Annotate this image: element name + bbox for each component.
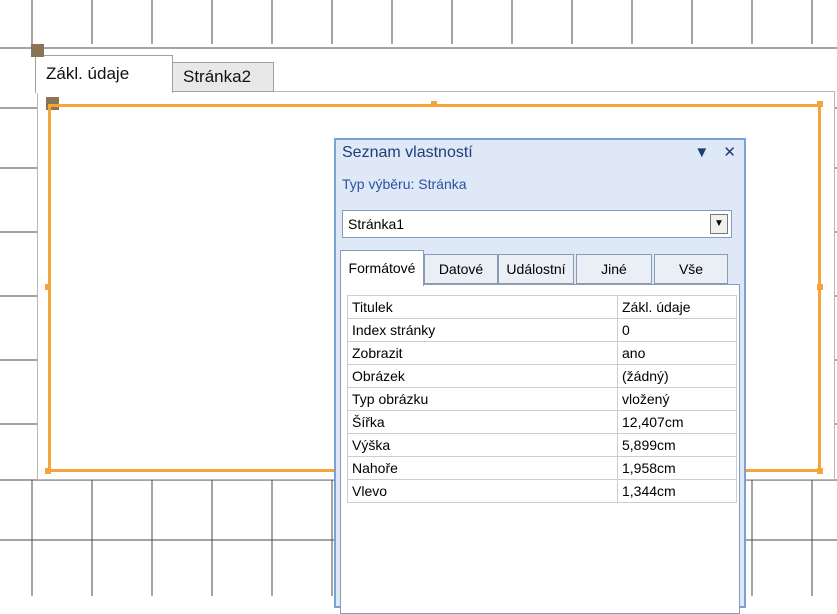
selection-type-label: Typ výběru:: [342, 176, 415, 192]
property-name: Vlevo: [347, 479, 618, 503]
property-name: Typ obrázku: [347, 387, 618, 411]
property-name: Šířka: [347, 410, 618, 434]
property-row[interactable]: Titulek Zákl. údaje: [347, 295, 737, 319]
resize-handle-top[interactable]: [431, 101, 437, 107]
property-sheet-title: Seznam vlastností: [342, 144, 473, 161]
property-row[interactable]: Vlevo 1,344cm: [347, 479, 737, 503]
property-grid: Titulek Zákl. údaje Index stránky 0 Zobrazit…: [347, 295, 737, 503]
tab-jine[interactable]: Jiné: [576, 254, 652, 284]
property-row[interactable]: Obrázek (žádný): [347, 364, 737, 388]
move-handle-tabcontrol[interactable]: [31, 44, 44, 57]
property-row[interactable]: Šířka 12,407cm: [347, 410, 737, 434]
resize-handle-left[interactable]: [45, 284, 51, 290]
property-name: Výška: [347, 433, 618, 457]
property-sheet-title-bar: Seznam vlastností ▼ ✕: [336, 140, 744, 165]
property-row[interactable]: Nahoře 1,958cm: [347, 456, 737, 480]
selection-type-value: Stránka: [418, 176, 467, 192]
property-name: Titulek: [347, 295, 618, 319]
property-sheet: Seznam vlastností ▼ ✕ Typ výběru: Stránk…: [334, 138, 746, 614]
property-row[interactable]: Typ obrázku vložený: [347, 387, 737, 411]
property-name: Index stránky: [347, 318, 618, 342]
form-tab-stranka2[interactable]: Stránka2: [172, 62, 274, 92]
close-icon[interactable]: ✕: [723, 144, 736, 161]
property-value[interactable]: vložený: [617, 387, 737, 411]
property-row[interactable]: Zobrazit ano: [347, 341, 737, 365]
resize-handle-right[interactable]: [817, 284, 823, 290]
property-row[interactable]: Výška 5,899cm: [347, 433, 737, 457]
tab-formatove[interactable]: Formátové: [340, 250, 424, 286]
tab-udalostni[interactable]: Událostní: [498, 254, 574, 284]
triangle-down-icon[interactable]: ▼: [694, 144, 709, 161]
property-value[interactable]: 1,958cm: [617, 456, 737, 480]
resize-handle-top-right[interactable]: [817, 101, 823, 107]
resize-handle-bottom-left[interactable]: [45, 468, 51, 474]
resize-handle-bottom-right[interactable]: [817, 468, 823, 474]
selection-type: Typ výběru: Stránka: [342, 176, 467, 192]
form-tab-zakl-udaje[interactable]: Zákl. údaje: [35, 55, 173, 93]
tab-vse[interactable]: Vše: [654, 254, 728, 284]
property-value[interactable]: (žádný): [617, 364, 737, 388]
property-value[interactable]: 12,407cm: [617, 410, 737, 434]
property-name: Nahoře: [347, 456, 618, 480]
property-row[interactable]: Index stránky 0: [347, 318, 737, 342]
property-panel: Titulek Zákl. údaje Index stránky 0 Zobrazit…: [340, 284, 740, 614]
property-value[interactable]: 0: [617, 318, 737, 342]
property-name: Obrázek: [347, 364, 618, 388]
property-value[interactable]: Zákl. údaje: [617, 295, 737, 319]
property-value[interactable]: 5,899cm: [617, 433, 737, 457]
object-selector-value: Stránka1: [348, 216, 405, 232]
tab-datove[interactable]: Datové: [424, 254, 498, 284]
chevron-down-icon[interactable]: ▼: [710, 214, 728, 234]
object-selector[interactable]: Stránka1 ▼: [342, 210, 732, 238]
property-value[interactable]: 1,344cm: [617, 479, 737, 503]
property-name: Zobrazit: [347, 341, 618, 365]
property-value[interactable]: ano: [617, 341, 737, 365]
